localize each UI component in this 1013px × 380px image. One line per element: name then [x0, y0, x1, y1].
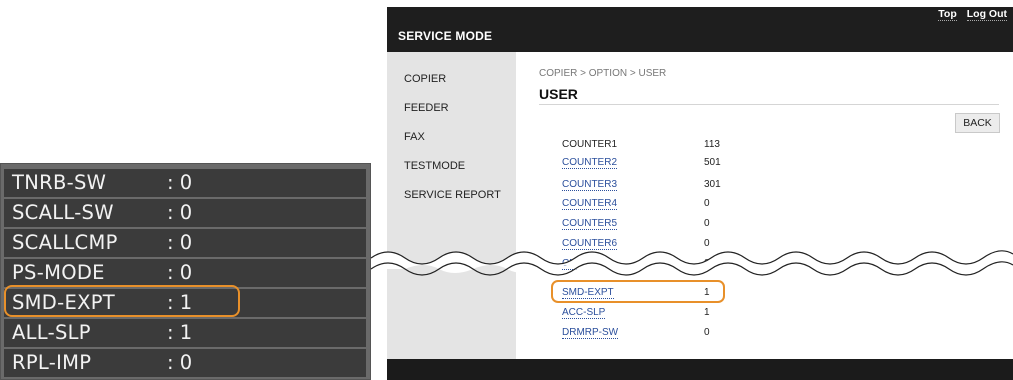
highlight-box-smd-expt-panel — [4, 285, 240, 317]
top-links: Top Log Out — [928, 8, 1007, 21]
setting-value-counter3: 301 — [704, 179, 721, 190]
panel-row-key: TNRB-SW — [12, 171, 107, 194]
panel-row-scall-sw[interactable]: SCALL-SW : 0 — [4, 199, 366, 227]
setting-link-counter3[interactable]: COUNTER3 — [562, 179, 618, 191]
setting-link-counter2[interactable]: COUNTER2 — [562, 157, 618, 169]
setting-link-acc-slp[interactable]: ACC-SLP — [562, 307, 606, 319]
logout-link[interactable]: Log Out — [966, 8, 1007, 21]
service-mode-window: SERVICE MODE Top Log Out COPIER FEEDER FA… — [387, 7, 1013, 380]
top-link[interactable]: Top — [938, 8, 957, 21]
setting-value-counter4: 0 — [704, 198, 710, 209]
app-title: SERVICE MODE — [398, 29, 493, 43]
sidebar-item-feeder[interactable]: FEEDER — [404, 102, 449, 114]
header-bar: SERVICE MODE Top Log Out — [387, 7, 1013, 52]
sidebar-item-testmode[interactable]: TESTMODE — [404, 160, 465, 172]
setting-link-counter4[interactable]: COUNTER4 — [562, 198, 618, 210]
sidebar-item-copier[interactable]: COPIER — [404, 73, 446, 85]
panel-row-key: ALL-SLP — [12, 321, 91, 344]
sidebar-item-fax[interactable]: FAX — [404, 131, 425, 143]
panel-row-key: SCALL-SW — [12, 201, 114, 224]
setting-value-counter5: 0 — [704, 218, 710, 229]
setting-key-counter1: COUNTER1 — [562, 139, 618, 150]
setting-value-counter1: 113 — [704, 139, 720, 150]
highlight-box-smd-expt-web — [551, 280, 725, 303]
setting-value-counter2: 501 — [704, 157, 721, 168]
breadcrumb: COPIER > OPTION > USER — [539, 68, 667, 79]
sidebar: COPIER FEEDER FAX TESTMODE SERVICE REPOR… — [387, 52, 516, 359]
panel-row-value: : 0 — [167, 201, 193, 224]
back-button[interactable]: BACK — [955, 113, 1000, 133]
panel-row-value: : 0 — [167, 171, 193, 194]
panel-row-value: : 1 — [167, 321, 193, 344]
title-divider — [539, 104, 999, 105]
panel-row-value: : 0 — [167, 351, 193, 374]
panel-row-key: RPL-IMP — [12, 351, 92, 374]
panel-row-rpl-imp[interactable]: RPL-IMP : 0 — [4, 349, 366, 377]
setting-link-drmrp-sw[interactable]: DRMRP-SW — [562, 327, 619, 339]
page-title: USER — [539, 86, 578, 102]
setting-value-drmrp-sw: 0 — [704, 327, 710, 338]
section-break-wave — [370, 250, 1013, 276]
panel-row-all-slp[interactable]: ALL-SLP : 1 — [4, 319, 366, 347]
panel-row-tnrb-sw[interactable]: TNRB-SW : 0 — [4, 169, 366, 197]
main-area: COPIER FEEDER FAX TESTMODE SERVICE REPOR… — [387, 52, 1013, 359]
footer-bar — [387, 359, 1013, 380]
setting-value-acc-slp: 1 — [704, 307, 710, 318]
sidebar-item-service-report[interactable]: SERVICE REPORT — [404, 189, 501, 201]
setting-link-counter5[interactable]: COUNTER5 — [562, 218, 618, 230]
